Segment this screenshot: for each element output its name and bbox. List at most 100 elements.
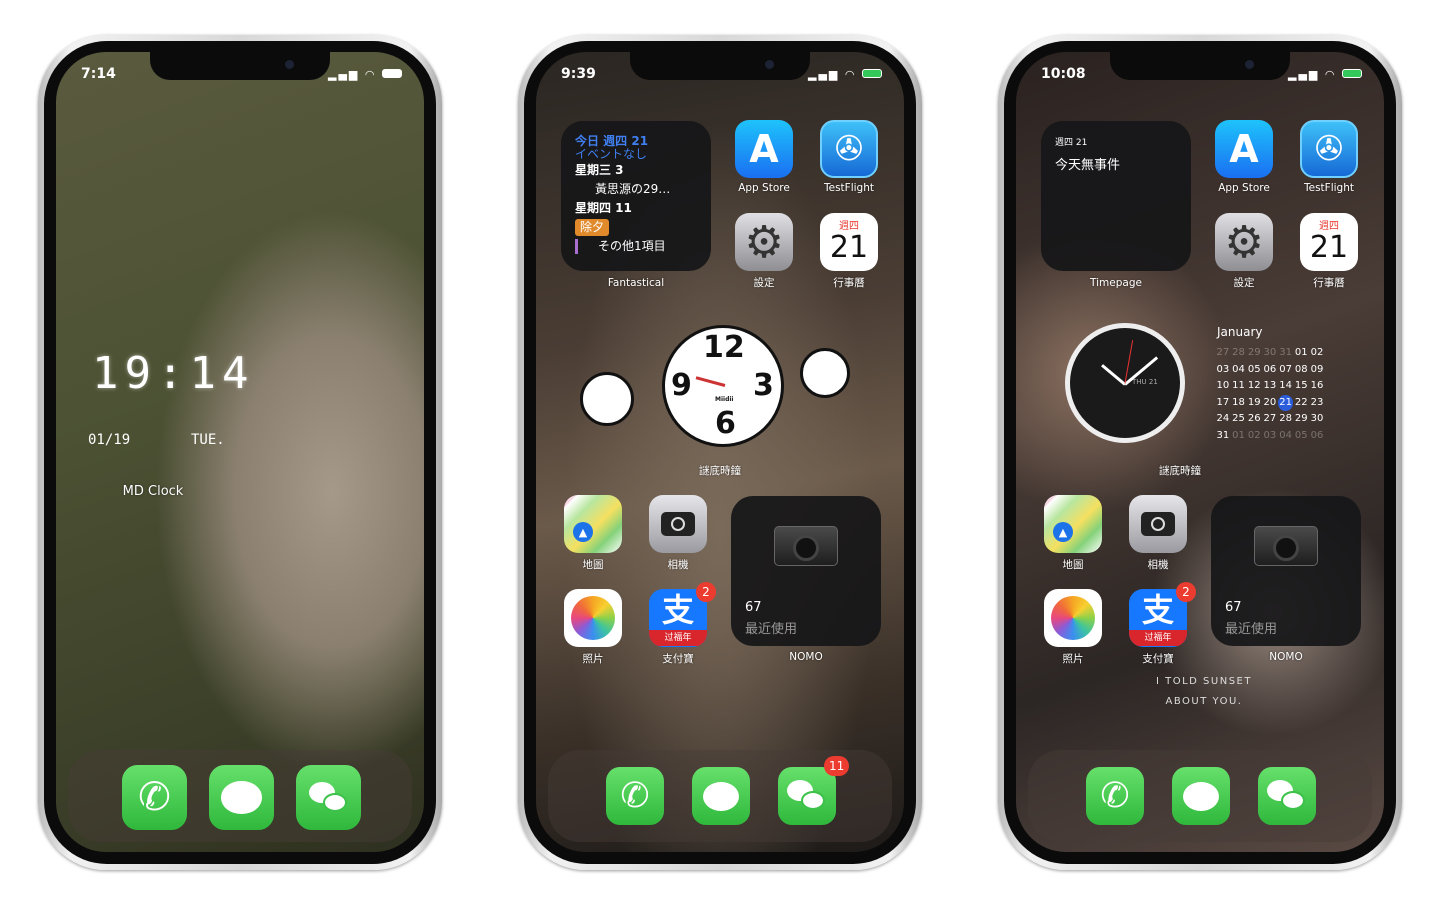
calendar-day: 23 <box>1310 396 1324 408</box>
calendar-day: 30 <box>1310 413 1324 424</box>
calendar-day: 02 <box>1310 347 1324 358</box>
timepage-text: 今天無事件 <box>1055 158 1121 173</box>
photos-icon[interactable] <box>1044 589 1102 647</box>
wechat-icon <box>308 781 349 814</box>
app-label: 支付寶 <box>1142 653 1174 665</box>
messages-icon-button[interactable] <box>1172 767 1230 825</box>
analog-clock-widget[interactable]: THU 21 <box>1065 323 1185 443</box>
app-label: 謎底時鐘 <box>1159 465 1201 477</box>
calendar-icon[interactable]: 週四 21 <box>820 213 878 271</box>
analog-clock-widget[interactable]: 12 3 6 9 Miidii <box>662 325 784 447</box>
messages-icon-button[interactable] <box>692 767 750 825</box>
calendar-day: 26 <box>1247 413 1261 424</box>
timepage-widget[interactable]: 週四 21 今天無事件 <box>1041 121 1191 271</box>
testflight-icon[interactable]: ✇ <box>1300 120 1358 178</box>
hour-hand <box>1101 364 1126 386</box>
status-time: 10:08 <box>1041 66 1086 82</box>
settings-icon[interactable]: ⚙ <box>735 213 793 271</box>
alipay-badge: 2 <box>696 582 716 602</box>
messages-icon <box>1183 781 1219 811</box>
app-label: TestFlight <box>824 182 874 194</box>
app-label: 謎底時鐘 <box>699 465 741 477</box>
calendar-icon[interactable]: 週四 21 <box>1300 213 1358 271</box>
fantastical-widget[interactable]: 今日 週四 21 イベントなし 星期三 3 黃思源の29… 星期四 11 除夕 その他1項目 <box>561 121 711 271</box>
nomo-subtitle: 最近使用 <box>745 622 798 637</box>
mdclock-time: 19:14 <box>92 348 255 399</box>
calendar-day: 09 <box>1310 363 1324 375</box>
app-store-icon[interactable]: A <box>1215 120 1273 178</box>
mdclock-date: 01/19 <box>88 432 131 448</box>
no-events: イベントなし <box>575 147 648 161</box>
testflight-icon[interactable]: ✇ <box>820 120 878 178</box>
app-label: NOMO <box>1269 651 1303 663</box>
nomo-widget[interactable]: 67 最近使用 <box>1211 496 1361 646</box>
calendar-day: 29 <box>1294 413 1308 424</box>
calendar-day: 04 <box>1232 363 1245 375</box>
day-heading: 星期三 3 <box>575 163 624 177</box>
clock-number: 3 <box>753 368 774 403</box>
status-icons: ▂▄▆ ◠ <box>1288 68 1362 81</box>
day-heading: 星期四 11 <box>575 201 632 215</box>
nomo-camera-icon <box>1254 526 1318 566</box>
signal-icon: ▂▄▆ <box>1288 68 1320 81</box>
maps-icon[interactable]: ▲ <box>564 495 622 553</box>
calendar-day: 03 <box>1263 429 1277 441</box>
battery-icon <box>862 69 882 78</box>
quote-line: I TOLD SUNSET <box>1156 676 1252 687</box>
phone-icon: ✆ <box>138 775 171 820</box>
settings-icon[interactable]: ⚙ <box>1215 213 1273 271</box>
app-label: Timepage <box>1090 277 1142 289</box>
calendar-day: 29 <box>1247 347 1261 358</box>
camera-icon[interactable] <box>649 495 707 553</box>
photos-icon[interactable] <box>564 589 622 647</box>
app-label: App Store <box>1218 182 1270 194</box>
calendar-day: 12 <box>1247 380 1261 391</box>
messages-icon <box>703 781 739 811</box>
calendar-day: 19 <box>1247 396 1261 408</box>
notification-badge: 11 <box>824 756 850 776</box>
nomo-widget[interactable]: 67 最近使用 <box>731 496 881 646</box>
calendar-week: 03 04 05 06 07 08 09 <box>1215 362 1325 379</box>
nomo-camera-icon <box>774 526 838 566</box>
holiday-badge: 除夕 <box>575 219 610 236</box>
messages-icon-button[interactable] <box>209 765 274 830</box>
calendar-day: 01 <box>1232 429 1245 441</box>
wechat-icon-button[interactable] <box>778 767 836 825</box>
app-label: Fantastical <box>607 277 665 289</box>
phone-icon: ✆ <box>1100 776 1130 816</box>
event-item: 黃思源の29… <box>595 182 671 196</box>
clock-hand <box>695 376 726 387</box>
calendar-day: 07 <box>1279 363 1292 375</box>
phone-mockup: 7:14 ▂▄▆ ◠ 19:14 01/19 TUE. MD Clock ✆ <box>38 35 442 870</box>
phone-mockup: 9:39 ▂▄▆ ◠ 今日 週四 21 イベントなし 星期三 3 黃思源の29… 星期四 … <box>518 35 922 870</box>
calendar-day: 15 <box>1294 380 1308 391</box>
calendar-day: 08 <box>1294 363 1308 375</box>
app-label: 設定 <box>753 277 775 289</box>
month-calendar: 27 28 29 30 31 01 02 03 04 05 06 07 08 09 10 11 12 13 14 15… <box>1215 345 1325 444</box>
nomo-count: 67 <box>745 600 762 615</box>
wechat-icon <box>1267 780 1307 812</box>
maps-icon[interactable]: ▲ <box>1044 495 1102 553</box>
phone-icon-button[interactable]: ✆ <box>122 765 187 830</box>
status-icons: ▂▄▆ ◠ <box>808 68 882 81</box>
phone-icon-button[interactable]: ✆ <box>606 767 664 825</box>
phone-icon-button[interactable]: ✆ <box>1086 767 1144 825</box>
status-time: 9:39 <box>561 66 596 82</box>
calendar-week: 24 25 26 27 28 29 30 <box>1215 411 1325 428</box>
notch <box>1110 52 1290 80</box>
app-label: App Store <box>738 182 790 194</box>
calendar-day: 18 <box>1232 396 1245 408</box>
calendar-day: 31 <box>1216 429 1230 441</box>
wechat-icon-button[interactable] <box>296 765 361 830</box>
phone-bezel: 9:39 ▂▄▆ ◠ 今日 週四 21 イベントなし 星期三 3 黃思源の29… 星期四 … <box>524 41 916 864</box>
wechat-icon-button[interactable] <box>1258 767 1316 825</box>
home-screen: 10:08 ▂▄▆ ◠ 週四 21 今天無事件 Timepage A App Store ✇… <box>1016 52 1384 852</box>
more-events: その他1項目 <box>575 239 697 254</box>
camera-icon[interactable] <box>1129 495 1187 553</box>
app-label: 照片 <box>582 653 604 665</box>
battery-icon <box>382 69 402 78</box>
calendar-week: 27 28 29 30 31 01 02 <box>1215 345 1325 362</box>
app-store-icon[interactable]: A <box>735 120 793 178</box>
calendar-day: 21 <box>1309 230 1349 265</box>
app-label: 照片 <box>1062 653 1084 665</box>
